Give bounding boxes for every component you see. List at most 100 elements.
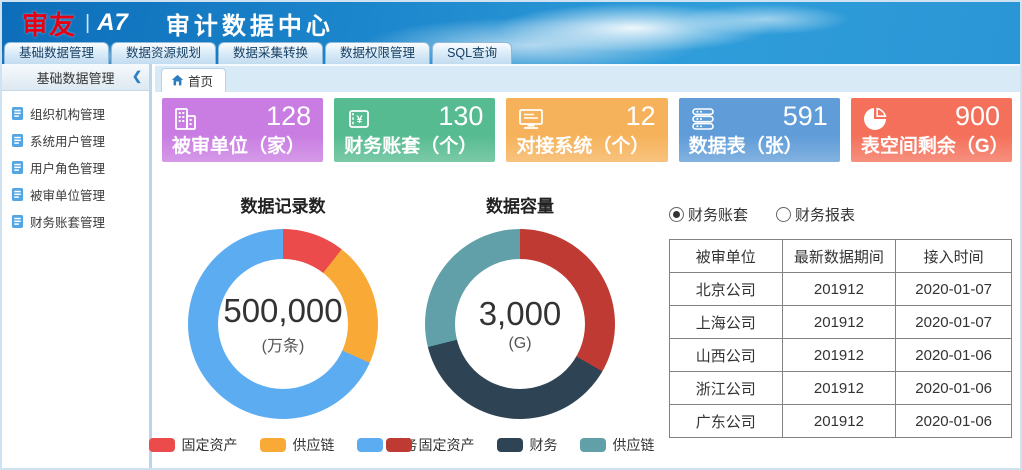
cell-period: 201912 [782,339,896,372]
sidebar-item-audited-units[interactable]: 被审单位管理 [11,181,149,208]
tab-home[interactable]: 首页 [161,68,226,92]
legend-item-fixed-assets[interactable]: 固定资产 [149,435,238,455]
table-row: 浙江公司 201912 2020-01-06 [670,372,1012,405]
donut-total-value: 3,000 [479,295,562,333]
radio-finance-report[interactable]: 财务报表 [776,204,855,225]
legend-label: 固定资产 [419,435,475,455]
brand: 审友 | A7 审计数据中心 [22,7,334,39]
legend-item-supply-chain[interactable]: 供应链 [260,435,335,455]
audit-data-center-window: 审友 | A7 审计数据中心 基础数据管理 数据资源规划 数据采集转换 数据权限… [0,0,1022,470]
ledger-table: 被审单位 最新数据期间 接入时间 北京公司 201912 2020-01-07 … [669,239,1012,438]
logo-a7: A7 [97,9,128,37]
doc-icon [11,106,24,121]
legend-swatch [580,438,606,452]
chart-data-records: 数据记录数 500,000 (万条) 固定资产 供应链 [163,192,403,455]
radio-finance-ledger[interactable]: 财务账套 [669,204,748,225]
table-row: 北京公司 201912 2020-01-07 [670,273,1012,306]
legend-label: 供应链 [293,435,335,455]
kpi-value: 591 [783,101,828,132]
kpi-label: 财务账套（个） [344,131,477,158]
sidebar-item-system-users[interactable]: 系统用户管理 [11,127,149,154]
header-sky-banner: 审友 | A7 审计数据中心 基础数据管理 数据资源规划 数据采集转换 数据权限… [2,2,1020,64]
radio-icon[interactable] [669,207,684,222]
cell-unit: 广东公司 [670,405,783,438]
legend-swatch [149,438,175,452]
ledger-panel: 财务账套 财务报表 被审单位 最新数据期间 接入时间 [669,204,1014,438]
sidebar-item-finance-ledgers[interactable]: 财务账套管理 [11,208,149,235]
chart-data-volume: 数据容量 3,000 (G) 固定资产 财务 [400,192,640,455]
legend-item-finance[interactable]: 财务 [497,435,558,455]
sidebar-header: 基础数据管理 ❮ [2,64,149,91]
legend-label: 固定资产 [182,435,238,455]
kpi-value: 128 [266,101,311,132]
donut-total-unit: (G) [508,335,531,353]
kpi-card-audited-units: 128 被审单位（家） [162,98,323,162]
top-nav-tabs: 基础数据管理 数据资源规划 数据采集转换 数据权限管理 SQL查询 [4,42,514,64]
sidebar-item-label: 被审单位管理 [30,185,105,204]
col-header-audited-unit: 被审单位 [670,240,783,273]
doc-icon [11,160,24,175]
col-header-latest-period: 最新数据期间 [782,240,896,273]
nav-tab-data-resource-planning[interactable]: 数据资源规划 [111,42,216,64]
cell-time: 2020-01-06 [896,339,1012,372]
kpi-cards-row: 128 被审单位（家） ¥ 130 财务账套（个） 12 对接系统（个） [162,98,1012,162]
doc-icon [11,133,24,148]
legend-swatch [386,438,412,452]
cell-time: 2020-01-07 [896,306,1012,339]
sidebar-title: 基础数据管理 [36,68,114,87]
legend-volume: 固定资产 财务 供应链 [400,435,640,455]
nav-tab-basic-data[interactable]: 基础数据管理 [4,42,109,64]
sidebar-collapse-icon[interactable]: ❮ [132,69,142,83]
cell-time: 2020-01-06 [896,372,1012,405]
legend-label: 供应链 [613,435,655,455]
dataset-radio-group: 财务账套 财务报表 [669,204,1014,225]
cell-period: 201912 [782,273,896,306]
col-header-access-time: 接入时间 [896,240,1012,273]
legend-label: 财务 [530,435,558,455]
donut-center-label: 500,000 (万条) [188,229,378,419]
donut-total-value: 500,000 [223,292,342,330]
chart-title: 数据容量 [400,192,640,217]
nav-tab-sql-query[interactable]: SQL查询 [432,42,512,64]
sidebar-item-label: 用户角色管理 [30,158,105,177]
sidebar-item-user-roles[interactable]: 用户角色管理 [11,154,149,181]
cell-time: 2020-01-06 [896,405,1012,438]
table-row: 上海公司 201912 2020-01-07 [670,306,1012,339]
home-icon [171,74,184,87]
cell-time: 2020-01-07 [896,273,1012,306]
cell-period: 201912 [782,372,896,405]
radio-icon[interactable] [776,207,791,222]
svg-text:¥: ¥ [357,114,364,126]
legend-item-fixed-assets[interactable]: 固定资产 [386,435,475,455]
legend-swatch [497,438,523,452]
kpi-label: 数据表（张） [689,131,803,158]
sidebar-item-org-management[interactable]: 组织机构管理 [11,100,149,127]
nav-tab-data-permissions[interactable]: 数据权限管理 [325,42,430,64]
kpi-value: 130 [438,101,483,132]
doc-icon [11,214,24,229]
doc-icon [11,187,24,202]
legend-swatch [260,438,286,452]
nav-tab-data-collection[interactable]: 数据采集转换 [218,42,323,64]
cell-unit: 北京公司 [670,273,783,306]
tab-home-label: 首页 [188,71,213,90]
kpi-value: 12 [626,101,656,132]
donut-center-label: 3,000 (G) [425,229,615,419]
cell-period: 201912 [782,405,896,438]
radio-label: 财务报表 [795,204,855,225]
radio-label: 财务账套 [688,204,748,225]
page-title: 审计数据中心 [166,6,334,41]
legend-item-supply-chain[interactable]: 供应链 [580,435,655,455]
kpi-card-finance-ledgers: ¥ 130 财务账套（个） [334,98,495,162]
sidebar-item-label: 组织机构管理 [30,104,105,123]
chart-title: 数据记录数 [163,192,403,217]
sidebar-item-label: 财务账套管理 [30,212,105,231]
cell-unit: 浙江公司 [670,372,783,405]
donut-chart-records: 500,000 (万条) [188,229,378,419]
donut-chart-volume: 3,000 (G) [425,229,615,419]
donut-total-unit: (万条) [262,332,305,356]
cell-period: 201912 [782,306,896,339]
sidebar: 基础数据管理 ❮ 组织机构管理 系统用户管理 用户角色管理 被审单位管理 [2,64,152,468]
table-row: 山西公司 201912 2020-01-06 [670,339,1012,372]
kpi-label: 表空间剩余（G） [861,131,1009,158]
